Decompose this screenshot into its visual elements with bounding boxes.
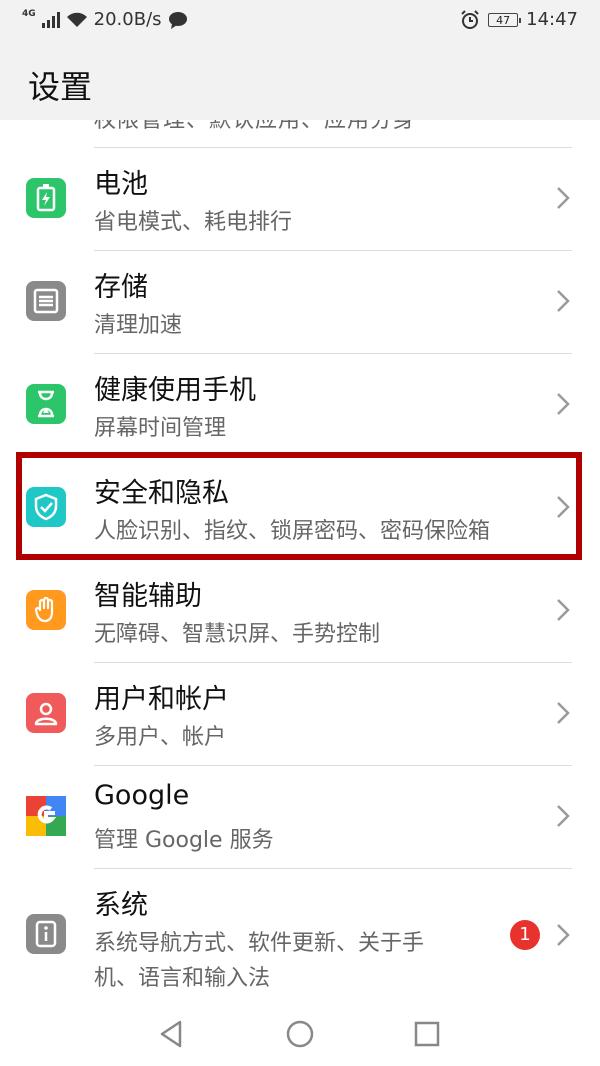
system-info-icon (26, 914, 66, 954)
settings-item-smart-assistance[interactable]: 智能辅助 无障碍、智慧识屏、手势控制 (0, 560, 600, 663)
item-subtitle: 清理加速 (94, 313, 183, 338)
settings-list[interactable]: 权限管理、默认应用、应用分身 电池 省电模式、耗电排行 存储 清理加速 健康使用… (0, 120, 600, 1000)
item-title: 用户和帐户 (94, 684, 229, 715)
user-icon (26, 693, 66, 733)
hand-icon (26, 590, 66, 630)
clock: 14:47 (526, 9, 578, 30)
item-title: Google (94, 780, 190, 811)
signal-icon (41, 11, 60, 28)
item-title: 存储 (94, 272, 148, 303)
recents-icon[interactable] (411, 1018, 443, 1050)
battery-icon (26, 178, 66, 218)
chevron-right-icon (557, 393, 570, 415)
item-subtitle-line2: 机、语言和输入法 (94, 966, 271, 991)
item-title: 电池 (94, 169, 148, 200)
notification-badge: 1 (510, 920, 540, 950)
message-icon (168, 11, 187, 29)
google-icon (26, 796, 66, 836)
app-bar: 设置 (0, 40, 600, 120)
settings-item-digital-balance[interactable]: 健康使用手机 屏幕时间管理 (0, 354, 600, 457)
item-subtitle: 省电模式、耗电排行 (94, 210, 293, 235)
chevron-right-icon (557, 805, 570, 827)
item-subtitle-line1: 系统导航方式、软件更新、关于手 (94, 931, 425, 956)
chevron-right-icon (557, 290, 570, 312)
partial-row-subtitle: 权限管理、默认应用、应用分身 (94, 120, 417, 133)
settings-item-google[interactable]: Google 管理 Google 服务 (0, 766, 600, 869)
item-subtitle: 无障碍、智慧识屏、手势控制 (94, 622, 381, 647)
wifi-icon (66, 12, 87, 27)
hourglass-icon (26, 384, 66, 424)
back-icon[interactable] (156, 1018, 188, 1050)
status-left: 4G 20.0B/s (22, 9, 188, 30)
item-title: 健康使用手机 (94, 375, 256, 406)
network-speed: 20.0B/s (93, 9, 162, 30)
status-right: 47 14:47 (460, 9, 578, 30)
highlight-frame (16, 452, 582, 560)
chevron-right-icon (557, 924, 570, 946)
item-title: 系统 (94, 890, 148, 921)
chevron-right-icon (557, 702, 570, 724)
home-icon[interactable] (284, 1018, 316, 1050)
chevron-right-icon (557, 599, 570, 621)
navigation-bar (0, 1000, 600, 1066)
chevron-right-icon (557, 187, 570, 209)
settings-item-battery[interactable]: 电池 省电模式、耗电排行 (0, 148, 600, 251)
settings-item-users-accounts[interactable]: 用户和帐户 多用户、帐户 (0, 663, 600, 766)
item-subtitle: 管理 Google 服务 (94, 828, 274, 853)
page-title: 设置 (28, 68, 93, 106)
alarm-icon (461, 9, 479, 29)
status-bar: 4G 20.0B/s 47 14:47 (0, 0, 600, 40)
battery-indicator: 47 (488, 12, 522, 27)
settings-item-storage[interactable]: 存储 清理加速 (0, 251, 600, 354)
settings-item-system[interactable]: 系统 系统导航方式、软件更新、关于手 机、语言和输入法 1 (0, 869, 600, 1000)
item-subtitle: 屏幕时间管理 (94, 416, 227, 441)
item-title: 智能辅助 (94, 581, 202, 612)
storage-icon (26, 281, 66, 321)
item-subtitle: 多用户、帐户 (94, 725, 227, 750)
network-type-label: 4G (22, 8, 36, 19)
